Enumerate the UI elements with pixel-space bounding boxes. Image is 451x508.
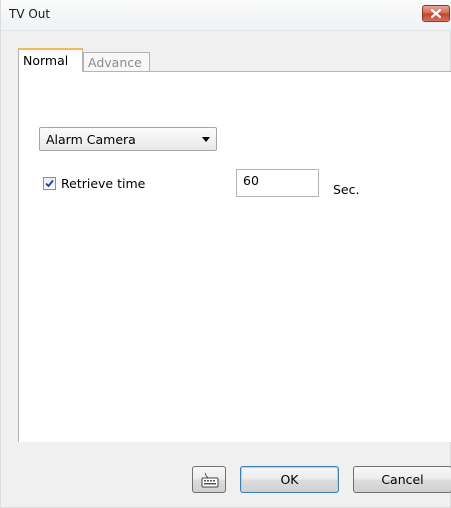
retrieve-time-checkbox[interactable] <box>43 177 56 190</box>
tab-advance[interactable]: Advance <box>83 52 150 72</box>
ok-button[interactable]: OK <box>240 466 339 493</box>
close-button[interactable] <box>422 5 450 22</box>
tab-normal-label: Normal <box>23 53 69 68</box>
retrieve-time-input[interactable] <box>236 169 319 197</box>
cancel-button[interactable]: Cancel <box>353 466 451 493</box>
camera-select-value: Alarm Camera <box>46 132 136 147</box>
camera-select[interactable]: Alarm Camera <box>39 127 217 151</box>
checkmark-icon <box>45 179 54 188</box>
tab-normal[interactable]: Normal <box>18 48 83 72</box>
window-title: TV Out <box>9 7 51 21</box>
seconds-unit-label: Sec. <box>333 182 360 197</box>
tv-out-dialog: TV Out Normal Advance Alarm Camera Retri… <box>0 0 451 508</box>
tab-advance-label: Advance <box>88 55 142 70</box>
close-icon <box>431 9 441 18</box>
chevron-down-icon <box>202 137 210 142</box>
retrieve-time-label: Retrieve time <box>61 176 146 191</box>
keyboard-icon <box>201 472 219 488</box>
keyboard-button[interactable] <box>192 466 226 493</box>
title-bar: TV Out <box>1 0 451 31</box>
